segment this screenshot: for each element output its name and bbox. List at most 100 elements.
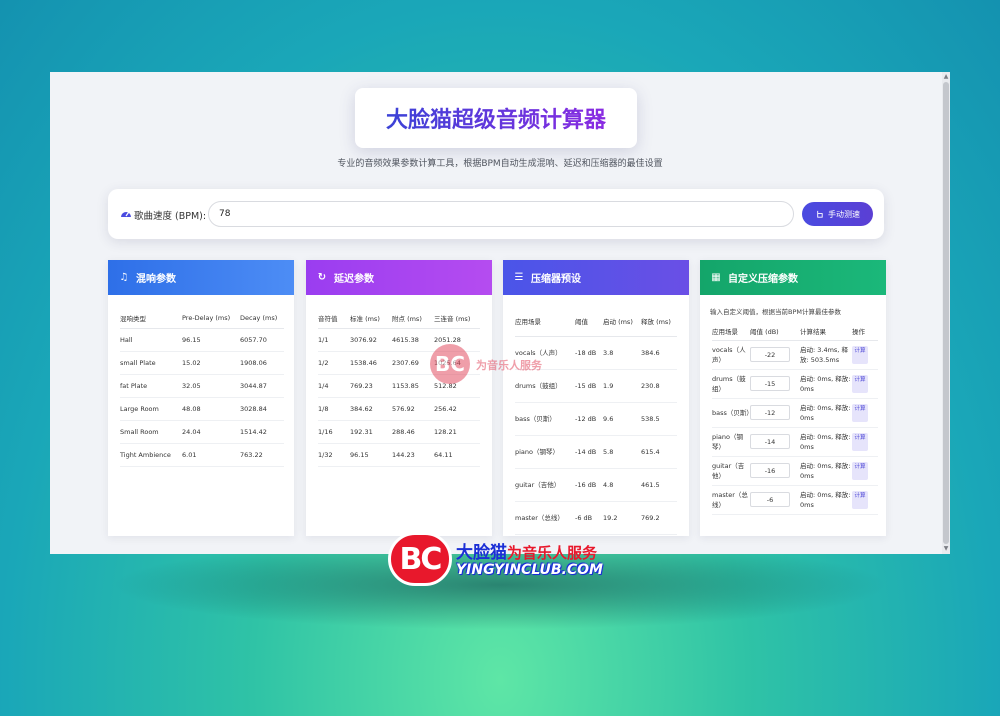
col-header: 阈值 (dB) [750,322,800,341]
gauge-icon [121,212,131,217]
table-cell: 1.9 [603,369,641,403]
col-header: 音符值 [318,308,350,329]
compressor-card: ☰ 压缩器预设 应用场景 阈值 启动 (ms) 释放 (ms) vocals（人… [503,260,689,536]
threshold-input[interactable] [750,463,790,478]
table-row: Tight Ambience 6.01 763.22 [120,443,284,467]
table-cell: -16 dB [575,468,603,502]
table-row: guitar（吉他） -16 dB 4.8 461.5 [515,468,677,502]
table-cell: 144.23 [392,443,434,467]
col-header: 操作 [852,322,878,341]
table-cell: 1/16 [318,420,350,444]
table-cell: 1/2 [318,351,350,375]
result-cell: 启动: 0ms, 释放: 0ms [800,369,852,399]
scene-cell: bass（贝斯） [712,398,753,428]
scroll-down-arrow-icon[interactable]: ▼ [943,546,949,552]
table-cell: 64.11 [434,443,480,467]
table-cell: piano（钢琴） [515,435,575,469]
table-cell: -12 dB [575,402,603,436]
table-cell: 1/4 [318,374,350,398]
table-cell: 288.46 [392,420,434,444]
reverb-card-header: ♫ 混响参数 [108,260,294,295]
watermark-text: 为音乐人服务 [476,359,542,372]
scene-cell: piano（钢琴） [712,427,750,457]
table-cell: Small Room [120,420,182,444]
threshold-input[interactable] [750,347,790,362]
page-subtitle: 专业的音频效果参数计算工具，根据BPM自动生成混响、延迟和压缩器的最佳设置 [337,159,663,169]
table-cell: 3044.87 [240,374,284,398]
table-cell: 6057.70 [240,328,284,352]
table-cell: 3028.84 [240,397,284,421]
col-header: 混响类型 [120,308,182,329]
delay-card-header: ↻ 延迟参数 [306,260,492,295]
page-title: 大脸猫超级音频计算器 [386,102,606,134]
calculate-button[interactable]: 计算 [852,490,868,509]
table-cell: 4.8 [603,468,641,502]
table-cell: 576.92 [392,397,434,421]
table-row: drums（鼓组） 启动: 0ms, 释放: 0ms 计算 [712,369,878,399]
delay-card: ↻ 延迟参数 音符值 标准 (ms) 附点 (ms) 三连音 (ms) 1/1 3… [306,260,492,536]
calculate-button[interactable]: 计算 [852,461,868,480]
table-cell: 384.6 [641,336,677,370]
tap-tempo-label: 手动测速 [828,209,860,219]
title-card: 大脸猫超级音频计算器 [355,88,637,148]
table-row: fat Plate 32.05 3044.87 [120,374,284,398]
col-header: 应用场景 [712,322,750,341]
calculate-button[interactable]: 计算 [852,403,868,422]
tap-tempo-button[interactable]: 手动测速 [802,202,873,226]
scene-cell: drums（鼓组） [712,369,750,399]
compressor-table: 应用场景 阈值 启动 (ms) 释放 (ms) vocals（人声） -18 dB… [515,308,677,535]
table-cell: -15 dB [575,369,603,403]
calculate-button[interactable]: 计算 [852,432,868,451]
col-header: 计算结果 [800,322,852,341]
center-watermark: BC 为音乐人服务 [430,344,570,384]
table-cell: Hall [120,328,182,352]
compressor-card-title: 压缩器预设 [531,274,581,285]
table-cell: 763.22 [240,443,284,467]
table-cell: 9.6 [603,402,641,436]
threshold-input[interactable] [750,376,790,391]
scene-cell: vocals（人声） [712,340,750,370]
calculate-button[interactable]: 计算 [852,345,868,364]
table-cell: 1/32 [318,443,350,467]
table-row: 1/16 192.31 288.46 128.21 [318,420,480,444]
table-cell: Tight Ambience [120,443,182,467]
result-cell: 启动: 0ms, 释放: 0ms [800,456,852,486]
table-cell: -14 dB [575,435,603,469]
table-cell: 1153.85 [392,374,434,398]
threshold-input[interactable] [750,492,790,507]
table-cell: -18 dB [575,336,603,370]
result-cell: 启动: 3.4ms, 释放: 503.5ms [800,340,852,370]
reverb-table: 混响类型 Pre-Delay (ms) Decay (ms) Hall 96.15… [120,308,284,467]
threshold-input[interactable] [750,434,790,449]
redo-icon: ↻ [317,272,327,283]
threshold-input[interactable] [750,405,790,420]
table-cell: 128.21 [434,420,480,444]
scrollbar[interactable]: ▲ ▼ [942,72,950,554]
table-cell: 192.31 [350,420,392,444]
table-header-row: 应用场景 阈值 (dB) 计算结果 操作 [712,322,878,341]
table-row: vocals（人声） 启动: 3.4ms, 释放: 503.5ms 计算 [712,340,878,370]
table-row: Small Room 24.04 1514.42 [120,420,284,444]
table-cell: 96.15 [350,443,392,467]
table-row: 1/32 96.15 144.23 64.11 [318,443,480,467]
table-cell: 615.4 [641,435,677,469]
bpm-input[interactable] [208,201,794,227]
custom-card-title: 自定义压缩参数 [728,274,798,285]
table-cell: 3.8 [603,336,641,370]
result-cell: 启动: 0ms, 释放: 0ms [800,427,852,457]
table-cell: 4615.38 [392,328,434,352]
table-row: guitar（吉他） 启动: 0ms, 释放: 0ms 计算 [712,456,878,486]
calculator-icon: ▦ [711,272,721,283]
col-header: 三连音 (ms) [434,308,480,329]
sliders-icon: ☰ [514,272,524,283]
hand-pointer-icon [817,210,823,218]
table-row: Hall 96.15 6057.70 [120,328,284,352]
scroll-up-arrow-icon[interactable]: ▲ [943,74,949,80]
scrollbar-thumb[interactable] [943,82,949,544]
table-row: bass（贝斯） 启动: 0ms, 释放: 0ms 计算 [712,398,878,428]
bpm-bar: 歌曲速度 (BPM): 手动测速 [108,189,884,239]
table-cell: 48.08 [182,397,240,421]
reverb-card-title: 混响参数 [136,274,176,285]
calculate-button[interactable]: 计算 [852,374,868,393]
col-header: 应用场景 [515,308,575,337]
